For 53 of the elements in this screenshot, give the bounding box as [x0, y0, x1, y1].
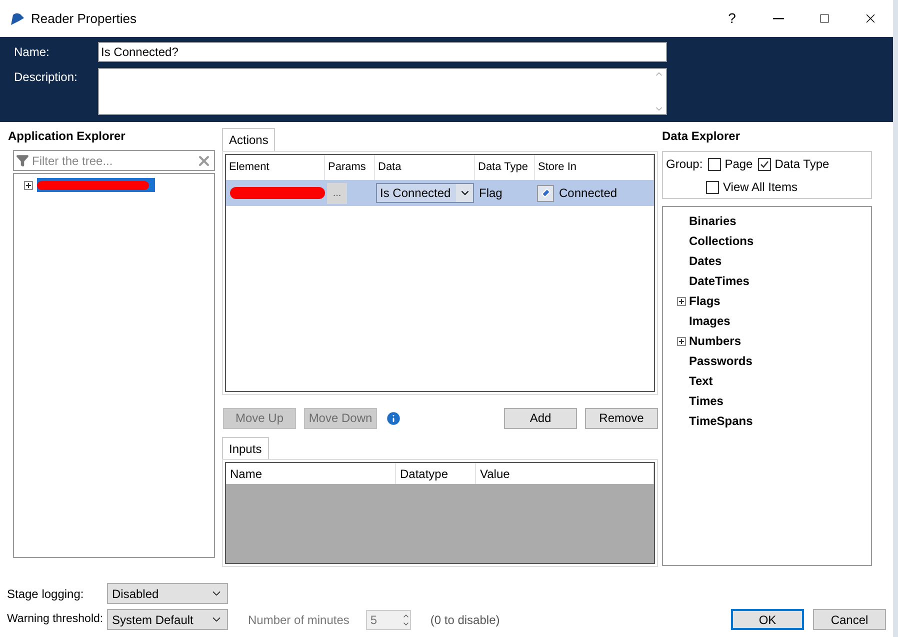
- app-logo-icon: [10, 12, 25, 26]
- tab[interactable]: Actions: [222, 128, 276, 151]
- description-label: Description:: [14, 69, 78, 86]
- info-icon: [385, 410, 402, 426]
- params-button[interactable]: ...: [327, 182, 347, 204]
- stage-logging-label: Stage logging:: [7, 586, 85, 602]
- tree-item[interactable]: Flags: [689, 292, 720, 310]
- tree-item[interactable]: Text: [689, 372, 713, 390]
- dialog-button[interactable]: Cancel: [813, 609, 886, 630]
- minutes-label: Number of minutes: [248, 612, 350, 628]
- minutes-hint: (0 to disable): [430, 612, 500, 628]
- expand-icon[interactable]: [24, 181, 33, 190]
- tree-item[interactable]: Times: [689, 392, 724, 410]
- stage-logging-dropdown[interactable]: Disabled: [107, 583, 228, 604]
- tree-item[interactable]: TimeSpans: [689, 412, 753, 430]
- dialog-button[interactable]: OK: [731, 609, 804, 630]
- name-field[interactable]: Is Connected?: [98, 42, 667, 62]
- tree-item[interactable]: Passwords: [689, 352, 752, 370]
- table-cell-text: Flag: [478, 185, 504, 202]
- action-button[interactable]: Add: [504, 408, 577, 428]
- tree-item[interactable]: Images: [689, 312, 730, 330]
- warning-threshold-label: Warning threshold:: [7, 612, 104, 627]
- checkbox[interactable]: [706, 180, 719, 194]
- checkbox-label: View All Items: [723, 179, 798, 196]
- checkbox-label: Page: [724, 156, 753, 173]
- filter-input[interactable]: Filter the tree...: [32, 152, 193, 170]
- minimize-icon: [772, 18, 784, 20]
- warning-threshold-dropdown[interactable]: System Default: [107, 609, 228, 630]
- help-button[interactable]: ?: [709, 4, 755, 34]
- table-cell-text: Connected: [559, 185, 618, 202]
- filter-icon: [16, 154, 29, 167]
- description-field[interactable]: [98, 68, 667, 115]
- tree-item[interactable]: Numbers: [689, 332, 742, 350]
- checkbox[interactable]: [758, 158, 771, 170]
- window-title: Reader Properties: [31, 10, 136, 28]
- checkbox[interactable]: [708, 158, 721, 170]
- group-label: Group:: [666, 156, 703, 173]
- checkbox-label: Data Type: [774, 156, 830, 173]
- expand-icon[interactable]: [677, 336, 686, 346]
- expand-icon[interactable]: [677, 296, 686, 306]
- panel-title: Application Explorer: [8, 128, 126, 145]
- data-dropdown[interactable]: Is Connected: [376, 183, 474, 203]
- tree-item[interactable]: Binaries: [689, 212, 736, 230]
- tree-item[interactable]: Dates: [689, 252, 722, 270]
- tab[interactable]: Inputs: [222, 437, 269, 459]
- filter-field[interactable]: Filter the tree...: [13, 150, 215, 171]
- tree-item[interactable]: Collections: [689, 232, 754, 250]
- name-label: Name:: [14, 44, 50, 61]
- tree-item[interactable]: DateTimes: [689, 272, 750, 290]
- panel-title: Data Explorer: [662, 128, 742, 145]
- action-button[interactable]: Remove: [585, 408, 658, 428]
- maximize-icon: [818, 13, 830, 24]
- table-row[interactable]: ... Is Connected Flag Connected: [226, 180, 654, 206]
